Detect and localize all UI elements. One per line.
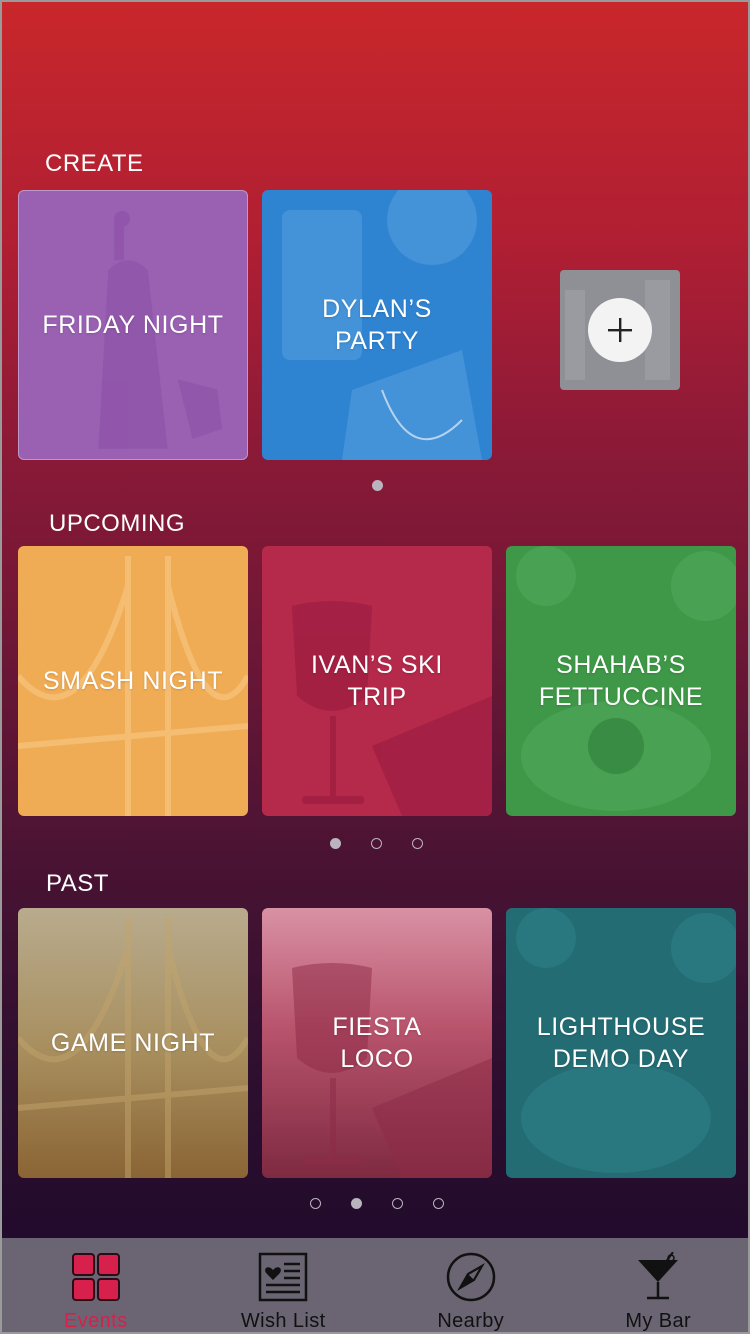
- event-card-label: SMASH NIGHT: [42, 667, 224, 695]
- event-card-label: LIGHTHOUSE DEMO DAY: [536, 1013, 706, 1073]
- tab-label: Wish List: [240, 1310, 326, 1332]
- cocktail-glass-icon: [638, 1252, 679, 1300]
- event-card-dylans-party[interactable]: DYLAN’S PARTY: [262, 190, 492, 460]
- plus-icon: [608, 318, 632, 342]
- create-event-tile[interactable]: [560, 270, 680, 390]
- tab-my-bar[interactable]: My Bar: [565, 1238, 749, 1332]
- event-card-lighthouse-demo-day[interactable]: LIGHTHOUSE DEMO DAY: [506, 908, 736, 1178]
- tab-bar: Events Wish List Nearby My Bar: [2, 1238, 749, 1332]
- page-dot: [433, 1198, 444, 1209]
- section-title-past: PAST: [46, 870, 109, 897]
- tab-events[interactable]: Events: [2, 1238, 190, 1332]
- tab-nearby[interactable]: Nearby: [377, 1238, 565, 1332]
- page-dot: [330, 838, 341, 849]
- page-dot: [392, 1198, 403, 1209]
- event-card-label: FIESTA LOCO: [332, 1013, 422, 1073]
- section-title-create: CREATE: [45, 150, 144, 177]
- event-card-smash-night[interactable]: SMASH NIGHT: [18, 546, 248, 816]
- event-card-ivans-ski-trip[interactable]: IVAN’S SKI TRIP: [262, 546, 492, 816]
- event-card-friday-night[interactable]: FRIDAY NIGHT: [18, 190, 248, 460]
- add-event-button[interactable]: [588, 298, 652, 362]
- event-card-label: IVAN’S SKI TRIP: [311, 651, 443, 711]
- page-dot: [371, 838, 382, 849]
- event-card-game-night[interactable]: GAME NIGHT: [18, 908, 248, 1178]
- tab-label: Events: [63, 1310, 128, 1332]
- events-screen: CREATE FRIDAY NIGHT DYLAN’S PARTY UPCOMI…: [0, 0, 750, 1334]
- wish-list-icon: [259, 1252, 308, 1302]
- page-dot: [412, 838, 423, 849]
- events-grid-icon: [71, 1253, 120, 1301]
- tab-label: Nearby: [437, 1310, 505, 1332]
- page-dot: [310, 1198, 321, 1209]
- event-card-fiesta-loco[interactable]: FIESTA LOCO: [262, 908, 492, 1178]
- event-card-label: DYLAN’S PARTY: [322, 295, 432, 355]
- page-dot: [351, 1198, 362, 1209]
- upcoming-page-indicator: [330, 838, 423, 849]
- tab-label: My Bar: [625, 1310, 692, 1332]
- tab-wish-list[interactable]: Wish List: [190, 1238, 378, 1332]
- event-card-label: GAME NIGHT: [50, 1029, 216, 1057]
- event-card-label: FRIDAY NIGHT: [42, 311, 224, 339]
- page-dot: [372, 480, 383, 491]
- create-page-indicator: [372, 480, 383, 491]
- section-title-upcoming: UPCOMING: [49, 510, 185, 537]
- event-card-shahabs-fettuccine[interactable]: SHAHAB’S FETTUCCINE: [506, 546, 736, 816]
- compass-icon: [446, 1252, 495, 1302]
- past-page-indicator: [310, 1198, 444, 1209]
- event-card-label: SHAHAB’S FETTUCCINE: [538, 651, 704, 711]
